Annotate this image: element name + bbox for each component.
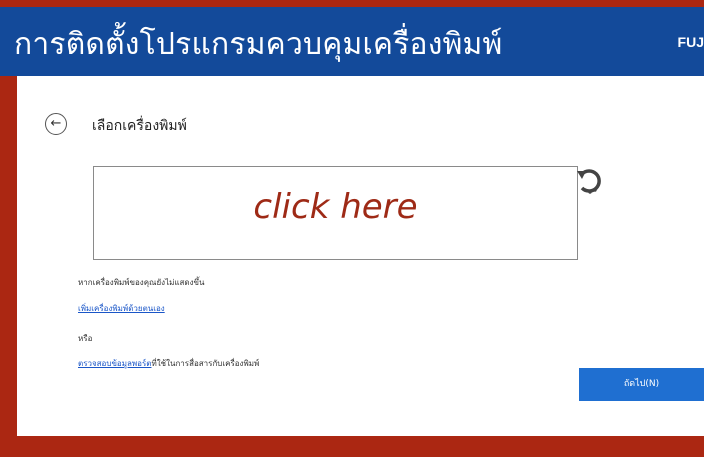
check-port-link[interactable]: ตรวจสอบข้อมูลพอร์ต [78, 359, 151, 368]
back-arrow-icon[interactable]: ← [45, 113, 67, 135]
main-panel: ← เลือกเครื่องพิมพ์ click here หากเครื่อ… [17, 76, 704, 436]
check-port-suffix: ที่ใช้ในการสื่อสารกับเครื่องพิมพ์ [151, 359, 260, 368]
printer-list[interactable]: click here [93, 166, 578, 260]
click-here-overlay[interactable]: click here [94, 187, 577, 227]
window-title: การติดตั้งโปรแกรมควบคุมเครื่องพิมพ์ [14, 27, 503, 62]
not-shown-text: หากเครื่องพิมพ์ของคุณยังไม่แสดงขึ้น [78, 278, 205, 287]
check-port-row: ตรวจสอบข้อมูลพอร์ตที่ใช้ในการสื่อสารกับเ… [78, 357, 259, 370]
page-heading: เลือกเครื่องพิมพ์ [92, 118, 187, 134]
refresh-icon[interactable] [574, 165, 606, 197]
add-printer-link[interactable]: เพิ่มเครื่องพิมพ์ด้วยตนเอง [78, 302, 165, 315]
title-bar: การติดตั้งโปรแกรมควบคุมเครื่องพิมพ์ FUJ [0, 0, 704, 76]
bottom-frame [17, 436, 704, 457]
brand-logo-text: FUJ [677, 34, 704, 50]
next-button[interactable]: ถัดไป(N) [579, 368, 704, 401]
or-text: หรือ [78, 334, 93, 343]
